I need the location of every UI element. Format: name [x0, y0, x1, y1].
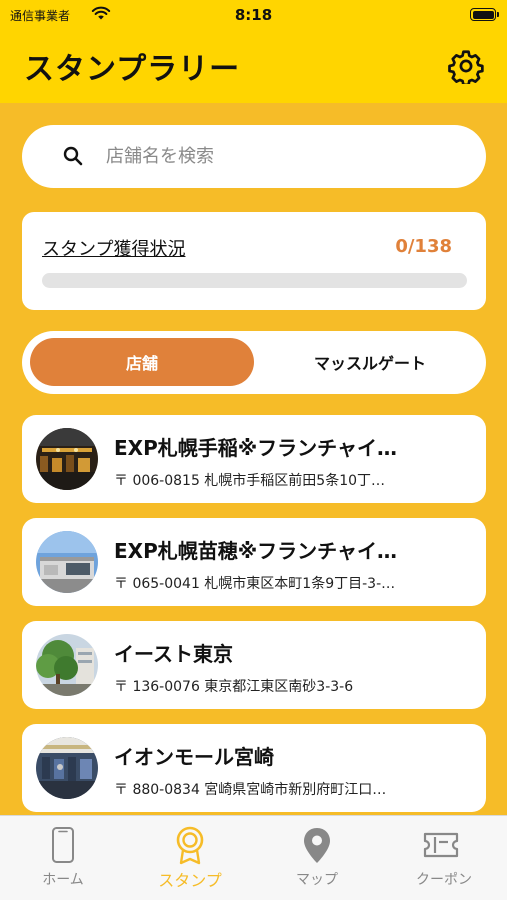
tab-stamp[interactable]: スタンプ [127, 816, 253, 900]
tab-stores[interactable]: 店舗 [30, 338, 254, 386]
medal-icon [176, 826, 204, 865]
clock: 8:18 [234, 6, 273, 24]
store-name: イースト東京 [114, 642, 233, 666]
tab-coupon[interactable]: クーポン [381, 816, 507, 900]
ticket-icon [423, 832, 459, 858]
store-thumbnail [36, 737, 98, 799]
tab-label: マップ [296, 872, 338, 888]
store-thumbnail [36, 531, 98, 593]
store-name: EXP札幌苗穂※フランチャイ… [114, 539, 397, 563]
list-item[interactable]: イオンモール宮崎 〒 880-0834 宮崎県宮崎市新別府町江口… [22, 724, 486, 812]
search-input[interactable] [106, 139, 466, 173]
store-address: 〒 006-0815 札幌市手稲区前田5条10丁… [114, 473, 386, 489]
top-bar: 通信事業者 8:18 スタンプラリー [0, 0, 507, 103]
tab-label: ホーム [42, 872, 84, 888]
store-thumbnail [36, 634, 98, 696]
list-item[interactable]: イースト東京 〒 136-0076 東京都江東区南砂3-3-6 [22, 621, 486, 709]
store-address: 〒 136-0076 東京都江東区南砂3-3-6 [114, 679, 354, 695]
battery-icon [470, 8, 499, 21]
store-name: EXP札幌手稲※フランチャイ… [114, 436, 397, 460]
list-item[interactable]: EXP札幌手稲※フランチャイ… 〒 006-0815 札幌市手稲区前田5条10丁… [22, 415, 486, 503]
page-title: スタンプラリー [24, 52, 241, 87]
list-item[interactable]: EXP札幌苗穂※フランチャイ… 〒 065-0041 札幌市東区本町1条9丁目-… [22, 518, 486, 606]
tab-home[interactable]: ホーム [0, 816, 126, 900]
tab-map[interactable]: マップ [254, 816, 380, 900]
stamp-progress-card: スタンプ獲得状況 0/138 [22, 212, 486, 310]
store-address: 〒 880-0834 宮崎県宮崎市新別府町江口… [114, 782, 387, 798]
progress-label[interactable]: スタンプ獲得状況 [42, 235, 185, 261]
bottom-tab-bar: ホーム スタンプ マップ クーポン [0, 815, 507, 900]
tab-muscle-gate[interactable]: マッスルゲート [262, 338, 478, 386]
gear-icon[interactable] [448, 48, 484, 84]
store-thumbnail [36, 428, 98, 490]
map-pin-icon [304, 828, 330, 863]
store-address: 〒 065-0041 札幌市東区本町1条9丁目-3-… [114, 576, 396, 592]
search-icon [63, 146, 83, 166]
phone-icon [52, 827, 74, 863]
progress-bar [42, 273, 467, 288]
store-name: イオンモール宮崎 [114, 745, 274, 769]
tab-label: クーポン [416, 872, 472, 888]
segment-control: 店舗 マッスルゲート [22, 331, 486, 394]
tab-label: スタンプ [158, 871, 222, 890]
search-bar[interactable] [22, 125, 486, 188]
status-bar: 通信事業者 8:18 [0, 0, 507, 30]
progress-count: 0/138 [395, 236, 452, 257]
